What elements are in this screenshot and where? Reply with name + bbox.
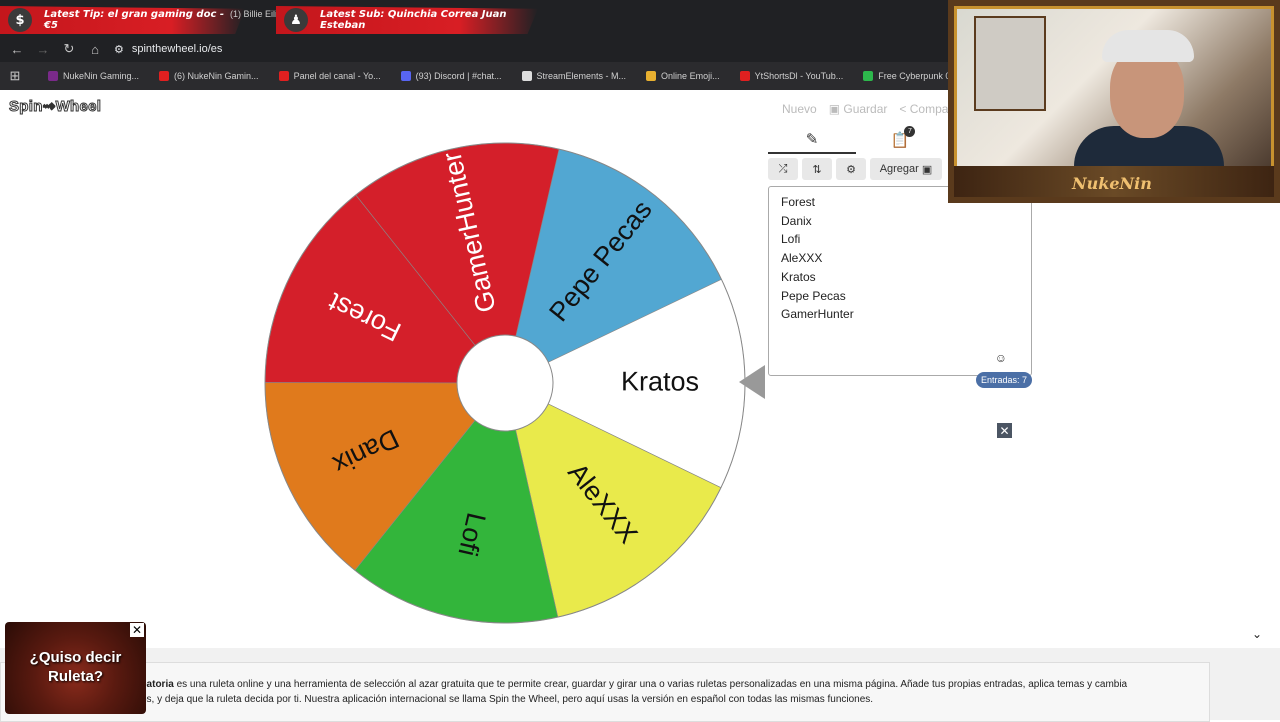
- tab-results[interactable]: 📋 7: [856, 126, 944, 154]
- bookmark-favicon-icon: [48, 71, 58, 81]
- bookmark-label: Online Emoji...: [661, 71, 720, 81]
- sort-icon: ⇅: [812, 163, 822, 176]
- sub-banner-text: Latest Sub: Quinchia Correa Juan Esteban: [320, 9, 507, 31]
- roulette-ad[interactable]: ¿Quiso decir Ruleta? ✕: [5, 622, 146, 714]
- bookmark-favicon-icon: [646, 71, 657, 81]
- pencil-icon: ✎: [805, 131, 819, 148]
- wheel-segment-label: Kratos: [621, 366, 699, 396]
- bookmark-item[interactable]: NukeNin Gaming...: [48, 71, 139, 81]
- description-line-1-rest: es una ruleta online y una herramienta d…: [176, 679, 1128, 690]
- bookmark-favicon-icon: [739, 71, 750, 81]
- apps-grid-icon[interactable]: ⊞: [2, 68, 28, 84]
- wheel-pointer: [739, 365, 765, 399]
- ad-text: ¿Quiso decir Ruleta?: [5, 648, 146, 686]
- wheel-hub[interactable]: [456, 334, 554, 432]
- page-content: Spin⇝Wheel Nuevo ▣ Guardar < Compa Pepe …: [0, 0, 1280, 722]
- share-button[interactable]: < Compa: [899, 102, 948, 116]
- webcam-signature: NukeNin: [1072, 174, 1152, 193]
- add-image-button[interactable]: Agregar ▣: [870, 158, 942, 180]
- entry-line: Lofi: [781, 232, 801, 247]
- bookmark-favicon-icon: [159, 71, 170, 81]
- bookmark-item[interactable]: Online Emoji...: [646, 71, 720, 81]
- bookmark-label: (6) NukeNin Gamin...: [174, 71, 259, 81]
- ad-close-icon[interactable]: ✕: [130, 623, 144, 637]
- back-icon[interactable]: ←: [4, 42, 30, 57]
- tab-edit[interactable]: ✎: [768, 126, 856, 154]
- save-label: Guardar: [843, 102, 888, 116]
- description-line-2: os, y deja que la ruleta decida por ti. …: [141, 694, 874, 705]
- ad-line-2: Ruleta?: [47, 668, 103, 685]
- bookmark-favicon-icon: [400, 71, 411, 81]
- browser-tab-title[interactable]: (1) Billie Eili: [230, 9, 277, 19]
- sub-banner: ♟ Latest Sub: Quinchia Correa Juan Esteb…: [276, 6, 538, 34]
- description-box: eatoria es una ruleta online y una herra…: [0, 662, 1210, 722]
- spin-wheel[interactable]: Pepe PecasKratosAleXXXLofiDanixForestGam…: [262, 140, 748, 626]
- entries-textarea[interactable]: Forest Danix Lofi AleXXX Kratos Pepe Pecas Gam…: [768, 186, 1032, 376]
- reload-icon[interactable]: ↻: [56, 41, 82, 57]
- share-label: Compa: [909, 102, 949, 116]
- bookmark-item[interactable]: (93) Discord | #chat...: [400, 71, 502, 81]
- add-label: Agregar: [879, 163, 919, 175]
- user-add-icon: ♟: [284, 8, 308, 32]
- emoji-icon[interactable]: ☺: [995, 351, 1007, 365]
- entry-line: Pepe Pecas: [781, 288, 846, 303]
- shuffle-icon: ⤮: [778, 162, 788, 175]
- bookmark-label: NukeNin Gaming...: [63, 71, 140, 81]
- url-text: spinthewheel.io/es: [131, 43, 223, 55]
- entry-line: Kratos: [781, 269, 816, 284]
- entries-count: Entradas: 7: [975, 372, 1032, 388]
- shuffle-button[interactable]: ⤮: [768, 158, 798, 180]
- bookmark-item[interactable]: StreamElements - M...: [521, 71, 627, 81]
- close-icon: ✕: [999, 423, 1010, 438]
- bookmark-label: StreamElements - M...: [536, 71, 627, 81]
- bookmark-label: (93) Discord | #chat...: [415, 71, 502, 81]
- bookmark-label: Panel del canal - Yo...: [293, 71, 381, 81]
- top-menu: Nuevo ▣ Guardar < Compa: [782, 102, 948, 116]
- streamer-cap: [1102, 30, 1194, 62]
- sort-button[interactable]: ⇅: [802, 158, 832, 180]
- results-badge: 7: [904, 126, 916, 137]
- bookmark-item[interactable]: YtShortsDl - YouTub...: [739, 71, 844, 81]
- image-icon: ▣: [921, 163, 933, 176]
- bookmark-favicon-icon: [521, 71, 532, 81]
- settings-button[interactable]: ⚙: [836, 158, 866, 180]
- save-button[interactable]: ▣ Guardar: [829, 102, 888, 116]
- bookmark-label: YtShortsDl - YouTub...: [754, 71, 844, 81]
- dollar-icon: $: [8, 8, 32, 32]
- site-logo[interactable]: Spin⇝Wheel: [8, 97, 101, 116]
- site-settings-icon[interactable]: ⚙: [114, 43, 124, 56]
- entry-line: GamerHunter: [781, 307, 854, 322]
- gear-icon: ⚙: [846, 163, 856, 176]
- forward-icon[interactable]: →: [30, 42, 56, 57]
- description-section: eatoria es una ruleta online y una herra…: [0, 648, 1280, 722]
- url-field[interactable]: ⚙ spinthewheel.io/es: [114, 43, 222, 56]
- wall-poster: [974, 16, 1046, 111]
- new-button[interactable]: Nuevo: [782, 102, 817, 116]
- bookmark-item[interactable]: Panel del canal - Yo...: [278, 71, 381, 81]
- entry-line: AleXXX: [781, 251, 823, 266]
- chevron-down-icon[interactable]: ⌄: [1252, 627, 1262, 641]
- description-line-1: eatoria es una ruleta online y una herra…: [141, 677, 1209, 692]
- bookmark-favicon-icon: [278, 71, 289, 81]
- tip-banner-text: Latest Tip: el gran gaming doc - €5: [44, 9, 225, 31]
- home-icon[interactable]: ⌂: [82, 42, 108, 57]
- webcam-overlay: NukeNin: [948, 0, 1280, 203]
- ad-line-1: ¿Quiso decir: [29, 649, 122, 666]
- close-ad-button[interactable]: ✕: [997, 423, 1012, 438]
- entry-line: Danix: [781, 213, 812, 228]
- bookmark-item[interactable]: (6) NukeNin Gamin...: [159, 71, 259, 81]
- bookmark-favicon-icon: [863, 71, 874, 81]
- tip-banner: $ Latest Tip: el gran gaming doc - €5: [0, 6, 245, 34]
